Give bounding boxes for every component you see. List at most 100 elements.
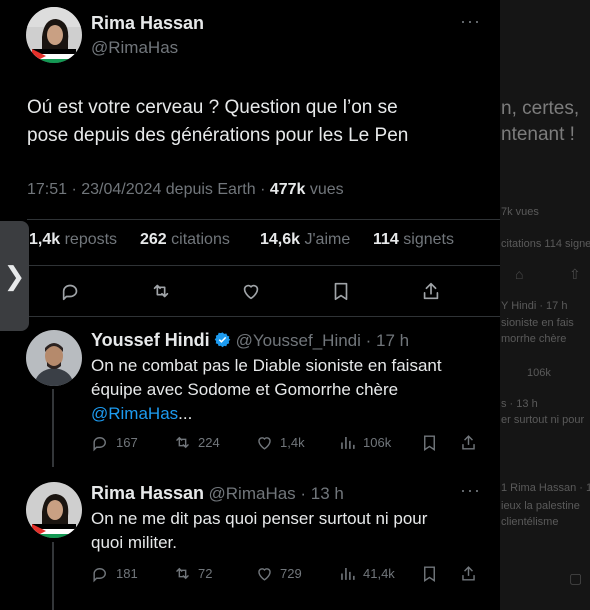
- repost-icon: [176, 436, 189, 449]
- reply-text-line: On ne me dit pas quoi penser surtout ni …: [91, 509, 428, 528]
- heart-icon: [258, 437, 271, 450]
- tweet-text-line: Oú est votre cerveau ? Question que l’on…: [27, 97, 398, 118]
- divider: [27, 219, 500, 220]
- repost-button[interactable]: [143, 273, 179, 309]
- bookmark-icon: ▢: [569, 570, 583, 586]
- bookmarks-stat[interactable]: 114 signets: [373, 231, 454, 249]
- likes-count: 14,6k: [260, 231, 301, 248]
- share-button[interactable]: [413, 273, 449, 309]
- bookmark-button[interactable]: [420, 433, 439, 452]
- background-text: 7k vues: [501, 206, 539, 218]
- author-handle[interactable]: @RimaHas · 13 h: [209, 484, 344, 503]
- background-text: 106k: [527, 367, 551, 379]
- repost-count: 224: [198, 435, 220, 450]
- more-options-icon[interactable]: ···: [460, 480, 481, 501]
- reply-icon: [93, 568, 106, 583]
- reply-count: 181: [116, 566, 138, 581]
- thread-line: [52, 389, 54, 467]
- reply-button[interactable]: [53, 273, 89, 309]
- share-icon: [423, 282, 439, 300]
- quotes-count: 262: [140, 231, 167, 248]
- likes-label: J'aime: [300, 231, 351, 248]
- avatar-image: [26, 330, 82, 386]
- views-chart-icon: [341, 567, 355, 580]
- background-text: n, certes,: [501, 98, 580, 119]
- background-text: citations 114 signets: [501, 238, 590, 250]
- repost-button[interactable]: 224: [173, 433, 220, 452]
- avatar-image: [26, 482, 82, 538]
- likes-stat[interactable]: 14,6k J'aime: [260, 231, 350, 249]
- views-chart-icon: [341, 436, 355, 449]
- views-button[interactable]: 106k: [338, 433, 391, 452]
- background-text: ieux la palestine: [501, 500, 580, 512]
- quotes-stat[interactable]: 262 citations: [140, 231, 230, 249]
- reply-text-line: quoi militer.: [91, 533, 177, 552]
- repost-count: 72: [198, 566, 213, 581]
- reply-header: Rima Hassan @RimaHas · 13 h: [91, 483, 344, 504]
- share-button[interactable]: [459, 564, 478, 583]
- tweet-text-line: pose depuis des générations pour les Le …: [27, 125, 409, 146]
- tweet-meta: 17:51 · 23/04/2024 depuis Earth · 477k v…: [27, 181, 344, 199]
- reposts-count: 1,4k: [29, 231, 61, 248]
- like-button[interactable]: [233, 273, 269, 309]
- share-icon: [462, 435, 475, 450]
- share-button[interactable]: [459, 433, 478, 452]
- views-count: 477k: [269, 181, 306, 198]
- reposts-stat[interactable]: 1,4k reposts: [29, 231, 117, 249]
- thread-line: [52, 542, 54, 610]
- views-label: vues: [305, 181, 344, 198]
- author-handle[interactable]: @Youssef_Hindi · 17 h: [236, 331, 410, 350]
- repost-icon: [176, 567, 189, 580]
- repost-button[interactable]: 72: [173, 564, 212, 583]
- heart-icon: [243, 284, 259, 300]
- author-name[interactable]: Rima Hassan: [91, 483, 204, 503]
- reply-count: 167: [116, 435, 138, 450]
- bookmark-icon: [424, 566, 435, 582]
- bookmark-button[interactable]: [323, 273, 359, 309]
- reply-button[interactable]: 181: [91, 564, 138, 583]
- reply-icon: ⌂: [515, 266, 524, 282]
- reply-header: Youssef Hindi @Youssef_Hindi · 17 h: [91, 330, 409, 351]
- views-button[interactable]: 41,4k: [338, 564, 395, 583]
- avatar-image: [26, 7, 82, 63]
- heart-icon: [258, 568, 271, 581]
- reply-icon: [93, 437, 106, 452]
- reply-button[interactable]: 167: [91, 433, 138, 452]
- reply-tweet[interactable]: Youssef Hindi @Youssef_Hindi · 17 h On n…: [0, 317, 500, 467]
- mention-link[interactable]: @RimaHas: [91, 404, 178, 423]
- tweet-text: Oú est votre cerveau ? Question que l’on…: [27, 94, 482, 150]
- avatar[interactable]: [26, 330, 82, 386]
- background-text: morrhe chère: [501, 333, 567, 345]
- repost-icon: [153, 284, 169, 298]
- reply-text-line: équipe avec Sodome et Gomorrhe chère: [91, 380, 399, 399]
- bookmark-icon: [334, 282, 348, 301]
- more-options-icon[interactable]: ···: [460, 11, 481, 32]
- tweet-timestamp[interactable]: 17:51 · 23/04/2024 depuis Earth ·: [27, 181, 270, 198]
- author-handle[interactable]: @RimaHas: [91, 38, 178, 58]
- bookmarks-count: 114: [373, 231, 399, 248]
- background-text: Y Hindi · 17 h: [501, 300, 568, 312]
- reply-tweet[interactable]: Rima Hassan @RimaHas · 13 h ··· On ne me…: [0, 470, 500, 610]
- reply-text-line: On ne combat pas le Diable sioniste en f…: [91, 356, 442, 375]
- background-timeline: n, certes, ntenant ! 7k vues citations 1…: [497, 0, 590, 610]
- bookmark-icon: [424, 435, 435, 451]
- reply-icon: [62, 284, 78, 301]
- background-text: s · 13 h: [501, 398, 538, 410]
- background-text: 1 Rima Hassan · 13 h: [501, 482, 590, 494]
- verified-badge-icon: [214, 332, 231, 348]
- bookmark-button[interactable]: [420, 564, 439, 583]
- share-icon: [462, 566, 475, 581]
- share-icon: ⇧: [569, 266, 581, 282]
- like-button[interactable]: 1,4k: [255, 433, 305, 452]
- expand-panel-button[interactable]: ❯: [0, 221, 29, 331]
- reply-text: On ne combat pas le Diable sioniste en f…: [91, 354, 491, 426]
- author-name[interactable]: Rima Hassan: [91, 13, 204, 34]
- quotes-label: citations: [166, 231, 230, 248]
- background-text: ntenant !: [501, 124, 575, 145]
- avatar[interactable]: [26, 482, 82, 538]
- like-count: 1,4k: [280, 435, 305, 450]
- like-button[interactable]: 729: [255, 564, 302, 583]
- reposts-label: reposts: [60, 231, 118, 248]
- author-name[interactable]: Youssef Hindi: [91, 330, 210, 350]
- avatar[interactable]: [26, 7, 82, 63]
